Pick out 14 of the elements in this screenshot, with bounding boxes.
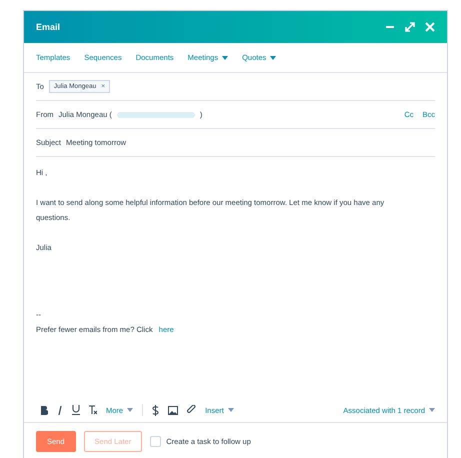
italic-icon[interactable] <box>57 406 63 414</box>
caret-icon <box>228 408 234 412</box>
checkbox[interactable] <box>150 436 162 446</box>
window-title: Email <box>36 22 60 32</box>
image-icon[interactable] <box>168 406 178 414</box>
bold-icon[interactable] <box>40 406 48 414</box>
dollar-icon[interactable] <box>152 404 160 416</box>
caret-icon <box>127 408 134 412</box>
clear-format-icon[interactable] <box>89 405 97 415</box>
caret-icon <box>222 56 228 60</box>
attachment-icon[interactable] <box>187 405 196 415</box>
caret-icon <box>270 56 276 60</box>
caret-icon <box>429 408 435 412</box>
underline-icon[interactable] <box>72 405 80 415</box>
